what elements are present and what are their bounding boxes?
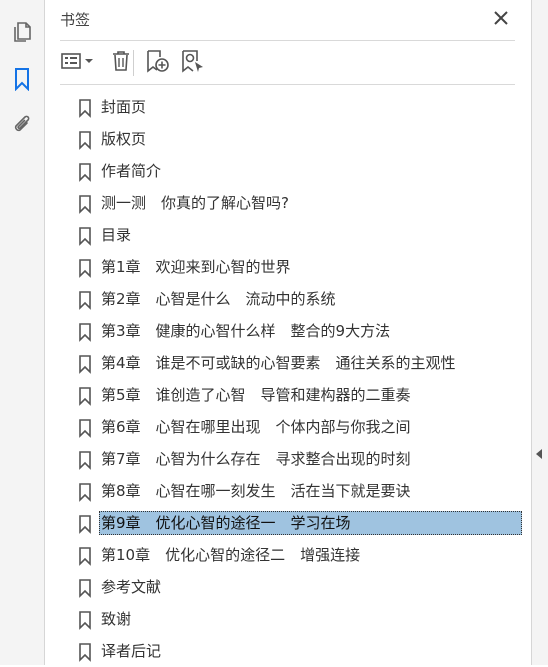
bookmark-icon xyxy=(77,130,93,150)
bookmark-icon xyxy=(77,322,93,342)
close-icon[interactable] xyxy=(491,8,511,28)
bookmark-label: 致谢 xyxy=(101,610,132,628)
bookmark-label: 封面页 xyxy=(101,98,147,116)
bookmark-icon xyxy=(77,610,93,630)
bookmark-label: 第5章 谁创造了心智 导管和建构器的二重奏 xyxy=(101,386,411,404)
bookmark-item[interactable]: 封面页 xyxy=(45,91,531,123)
bookmark-icon xyxy=(77,194,93,214)
bookmark-icon xyxy=(77,98,93,118)
right-collapse-bar[interactable] xyxy=(531,0,548,665)
bookmark-label: 版权页 xyxy=(101,130,147,148)
delete-bookmark-button[interactable] xyxy=(109,50,133,76)
bookmark-item[interactable]: 参考文献 xyxy=(45,571,531,603)
panel-title: 书签 xyxy=(60,11,91,29)
attachment-icon[interactable] xyxy=(10,113,34,137)
bookmark-label: 译者后记 xyxy=(101,642,162,660)
bookmark-icon xyxy=(77,642,93,662)
bookmark-icon xyxy=(77,514,93,534)
bookmark-item[interactable]: 版权页 xyxy=(45,123,531,155)
bookmark-label: 参考文献 xyxy=(101,578,162,596)
bookmark-item[interactable]: 第1章 欢迎来到心智的世界 xyxy=(45,251,531,283)
bookmarks-panel: 书签 封面页 版权页 作者简介 测一测 你真的了解心智吗? 目录 第1章 欢迎来… xyxy=(45,0,531,665)
bookmark-item[interactable]: 第5章 谁创造了心智 导管和建构器的二重奏 xyxy=(45,379,531,411)
bookmark-label: 第6章 心智在哪里出现 个体内部与你我之间 xyxy=(101,418,411,436)
bookmark-label: 第9章 优化心智的途径一 学习在场 xyxy=(99,511,522,535)
divider xyxy=(60,40,515,41)
toolbar-separator xyxy=(133,50,134,76)
bookmark-item[interactable]: 第4章 谁是不可或缺的心智要素 通往关系的主观性 xyxy=(45,347,531,379)
bookmark-item[interactable]: 第9章 优化心智的途径一 学习在场 xyxy=(45,507,531,539)
bookmark-item[interactable]: 第2章 心智是什么 流动中的系统 xyxy=(45,283,531,315)
bookmark-item[interactable]: 第7章 心智为什么存在 寻求整合出现的时刻 xyxy=(45,443,531,475)
bookmark-item[interactable]: 作者简介 xyxy=(45,155,531,187)
add-bookmark-icon xyxy=(145,48,171,78)
add-bookmark-button[interactable] xyxy=(145,50,171,76)
bookmark-icon xyxy=(77,258,93,278)
bookmark-icon xyxy=(77,546,93,566)
collapse-arrow-icon[interactable] xyxy=(536,449,542,459)
bookmark-item[interactable]: 第6章 心智在哪里出现 个体内部与你我之间 xyxy=(45,411,531,443)
bookmark-label: 第2章 心智是什么 流动中的系统 xyxy=(101,290,336,308)
bookmark-item[interactable]: 测一测 你真的了解心智吗? xyxy=(45,187,531,219)
bookmark-label: 第4章 谁是不可或缺的心智要素 通往关系的主观性 xyxy=(101,354,456,372)
bookmark-item[interactable]: 目录 xyxy=(45,219,531,251)
bookmark-item[interactable]: 第8章 心智在哪一刻发生 活在当下就是要诀 xyxy=(45,475,531,507)
left-navigation-pane xyxy=(0,0,45,665)
bookmark-icon xyxy=(77,226,93,246)
bookmark-icon xyxy=(77,578,93,598)
bookmark-item[interactable]: 第3章 健康的心智什么样 整合的9大方法 xyxy=(45,315,531,347)
bookmark-icon[interactable] xyxy=(10,67,34,91)
options-button[interactable] xyxy=(60,50,96,76)
trash-icon xyxy=(110,49,132,77)
bookmark-label: 第7章 心智为什么存在 寻求整合出现的时刻 xyxy=(101,450,411,468)
options-icon xyxy=(60,51,96,75)
bookmark-icon xyxy=(77,482,93,502)
bookmark-label: 第10章 优化心智的途径二 增强连接 xyxy=(101,546,361,564)
bookmark-icon xyxy=(77,354,93,374)
bookmark-icon xyxy=(77,162,93,182)
bookmark-label: 目录 xyxy=(101,226,132,244)
bookmark-icon xyxy=(77,290,93,310)
bookmark-item[interactable]: 译者后记 xyxy=(45,635,531,667)
bookmark-label: 第8章 心智在哪一刻发生 活在当下就是要诀 xyxy=(101,482,411,500)
bookmark-icon xyxy=(77,386,93,406)
find-bookmark-icon xyxy=(180,48,206,78)
bookmark-label: 第1章 欢迎来到心智的世界 xyxy=(101,258,291,276)
find-bookmark-button[interactable] xyxy=(180,50,206,76)
divider xyxy=(60,84,515,85)
bookmark-item[interactable]: 第10章 优化心智的途径二 增强连接 xyxy=(45,539,531,571)
bookmark-label: 测一测 你真的了解心智吗? xyxy=(101,194,289,212)
pages-icon[interactable] xyxy=(10,20,34,44)
bookmark-label: 作者简介 xyxy=(101,162,162,180)
bookmark-item[interactable]: 致谢 xyxy=(45,603,531,635)
bookmark-icon xyxy=(77,450,93,470)
bookmark-label: 第3章 健康的心智什么样 整合的9大方法 xyxy=(101,322,391,340)
bookmark-icon xyxy=(77,418,93,438)
